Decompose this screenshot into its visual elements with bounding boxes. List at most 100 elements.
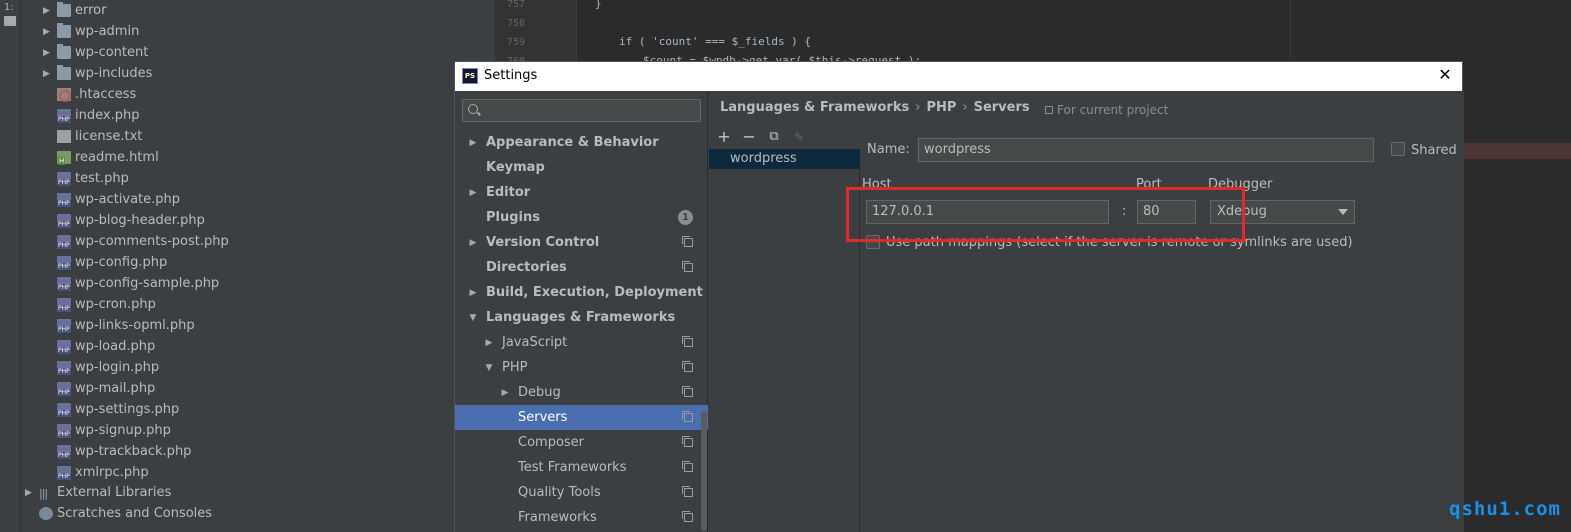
tree-item[interactable]: wp-activate.php xyxy=(43,189,180,210)
copy-server-button[interactable]: ⧉ xyxy=(765,127,783,147)
debugger-select[interactable]: Xdebug xyxy=(1210,200,1355,224)
add-server-button[interactable]: + xyxy=(715,127,733,147)
nav-item-directories[interactable]: Directories xyxy=(455,255,708,280)
collapse-arrow-icon[interactable]: ▼ xyxy=(481,363,497,373)
close-icon[interactable]: ✕ xyxy=(1436,66,1454,84)
nav-item-editor[interactable]: ▶ Editor xyxy=(455,180,708,205)
expand-arrow-icon[interactable]: ▶ xyxy=(465,288,481,298)
tree-item[interactable]: wp-trackback.php xyxy=(43,441,191,462)
nav-item-label: Plugins xyxy=(486,210,540,225)
expand-arrow-icon[interactable]: ▶ xyxy=(43,6,57,16)
edit-server-button[interactable]: ✎ xyxy=(790,127,808,147)
port-field[interactable]: 80 xyxy=(1137,200,1196,224)
settings-search-field[interactable] xyxy=(462,99,701,122)
tree-item[interactable]: ▶ wp-admin xyxy=(43,21,139,42)
php-file-icon xyxy=(57,466,71,480)
tree-item[interactable]: wp-login.php xyxy=(43,357,159,378)
tree-item[interactable]: test.php xyxy=(43,168,129,189)
nav-item-javascript[interactable]: ▶ JavaScript xyxy=(455,330,708,355)
tree-item[interactable]: xmlrpc.php xyxy=(43,462,149,483)
project-tab-icon[interactable]: 1: xyxy=(4,2,18,16)
settings-search-input[interactable] xyxy=(485,102,695,119)
nav-item-test-frameworks[interactable]: Test Frameworks xyxy=(455,455,708,480)
nav-item-servers[interactable]: Servers xyxy=(455,405,708,430)
tree-item[interactable]: readme.html xyxy=(43,147,159,168)
tree-item[interactable]: wp-blog-header.php xyxy=(43,210,205,231)
php-file-icon xyxy=(57,256,71,270)
expand-arrow-icon[interactable]: ▶ xyxy=(465,188,481,198)
nav-item-composer[interactable]: Composer xyxy=(455,430,708,455)
tree-item[interactable]: wp-load.php xyxy=(43,336,155,357)
php-file-icon xyxy=(57,214,71,228)
collapse-arrow-icon[interactable]: ▼ xyxy=(465,313,481,323)
expand-arrow-icon[interactable]: ▶ xyxy=(465,238,481,248)
remove-server-button[interactable]: − xyxy=(740,127,758,147)
expand-arrow-icon[interactable]: ▶ xyxy=(43,27,57,37)
nav-item-build-execution-deployment[interactable]: ▶ Build, Execution, Deployment xyxy=(455,280,708,305)
nav-item-frameworks[interactable]: Frameworks xyxy=(455,505,708,530)
tree-item[interactable]: wp-config.php xyxy=(43,252,167,273)
breadcrumb-servers: Servers xyxy=(973,100,1030,115)
nav-item-debug[interactable]: ▶ Debug xyxy=(455,380,708,405)
expand-arrow-icon[interactable]: ▶ xyxy=(25,488,39,498)
host-label: Host xyxy=(862,177,892,192)
project-scope-icon xyxy=(682,461,693,472)
breadcrumb-separator: › xyxy=(962,100,968,115)
nav-item-plugins[interactable]: Plugins 1 xyxy=(455,205,708,230)
tree-item[interactable]: ▶ error xyxy=(43,0,106,21)
right-margin-guide xyxy=(1290,0,1291,60)
php-file-icon xyxy=(57,340,71,354)
tree-item[interactable]: index.php xyxy=(43,105,139,126)
tree-item-label: wp-load.php xyxy=(75,339,156,354)
tree-item-label: error xyxy=(75,3,107,18)
external-libraries-item[interactable]: ▶ External Libraries xyxy=(25,482,171,503)
code-line: if ( 'count' === $_fields ) { xyxy=(619,35,812,48)
nav-item-keymap[interactable]: Keymap xyxy=(455,155,708,180)
path-mappings-checkbox[interactable] xyxy=(866,235,880,249)
tree-item[interactable]: wp-cron.php xyxy=(43,294,156,315)
expand-arrow-icon[interactable]: ▶ xyxy=(465,138,481,148)
nav-scrollbar[interactable] xyxy=(701,411,707,531)
nav-item-version-control[interactable]: ▶ Version Control xyxy=(455,230,708,255)
tree-item[interactable]: wp-settings.php xyxy=(43,399,179,420)
shared-checkbox[interactable] xyxy=(1391,142,1405,156)
nav-item-label: Quality Tools xyxy=(518,485,601,500)
text-file-icon xyxy=(57,130,71,143)
tree-item[interactable]: wp-config-sample.php xyxy=(43,273,219,294)
project-scope-icon xyxy=(682,236,693,247)
nav-item-appearance-behavior[interactable]: ▶ Appearance & Behavior xyxy=(455,130,708,155)
site-watermark: qshu1.com xyxy=(1449,498,1561,520)
tree-item-label: wp-mail.php xyxy=(75,381,156,396)
breadcrumb-languages: Languages & Frameworks xyxy=(720,100,910,115)
html-file-icon xyxy=(57,151,71,165)
php-file-icon xyxy=(57,298,71,312)
tree-item-label: wp-activate.php xyxy=(75,192,181,207)
nav-item-php[interactable]: ▼ PHP xyxy=(455,355,708,380)
server-list-item[interactable]: wordpress xyxy=(709,149,860,169)
nav-item-languages-frameworks[interactable]: ▼ Languages & Frameworks xyxy=(455,305,708,330)
tree-item[interactable]: wp-signup.php xyxy=(43,420,171,441)
tree-item[interactable]: ▶ wp-includes xyxy=(43,63,152,84)
expand-arrow-icon[interactable]: ▶ xyxy=(481,338,497,348)
tree-item[interactable]: wp-mail.php xyxy=(43,378,155,399)
host-field[interactable]: 127.0.0.1 xyxy=(866,200,1109,224)
server-list-toolbar: + − ⧉ ✎ xyxy=(709,127,859,149)
name-field[interactable]: wordpress xyxy=(918,138,1374,162)
expand-arrow-icon[interactable]: ▶ xyxy=(497,388,513,398)
expand-arrow-icon[interactable]: ▶ xyxy=(43,69,57,79)
php-file-icon xyxy=(57,361,71,375)
line-number: 757 xyxy=(507,0,526,10)
nav-item-quality-tools[interactable]: Quality Tools xyxy=(455,480,708,505)
scratches-item[interactable]: Scratches and Consoles xyxy=(25,503,212,524)
debugger-selected-value: Xdebug xyxy=(1217,204,1267,219)
expand-arrow-icon[interactable]: ▶ xyxy=(43,48,57,58)
php-file-icon xyxy=(57,235,71,249)
tree-item[interactable]: .htaccess xyxy=(43,84,136,105)
tree-item[interactable]: wp-links-opml.php xyxy=(43,315,195,336)
tree-item[interactable]: wp-comments-post.php xyxy=(43,231,229,252)
folder-tab-icon[interactable] xyxy=(4,16,16,26)
tree-item[interactable]: ▶ wp-content xyxy=(43,42,148,63)
tree-item[interactable]: license.txt xyxy=(43,126,142,147)
nav-item-label: Frameworks xyxy=(518,510,597,525)
nav-item-label: Composer xyxy=(518,435,585,450)
